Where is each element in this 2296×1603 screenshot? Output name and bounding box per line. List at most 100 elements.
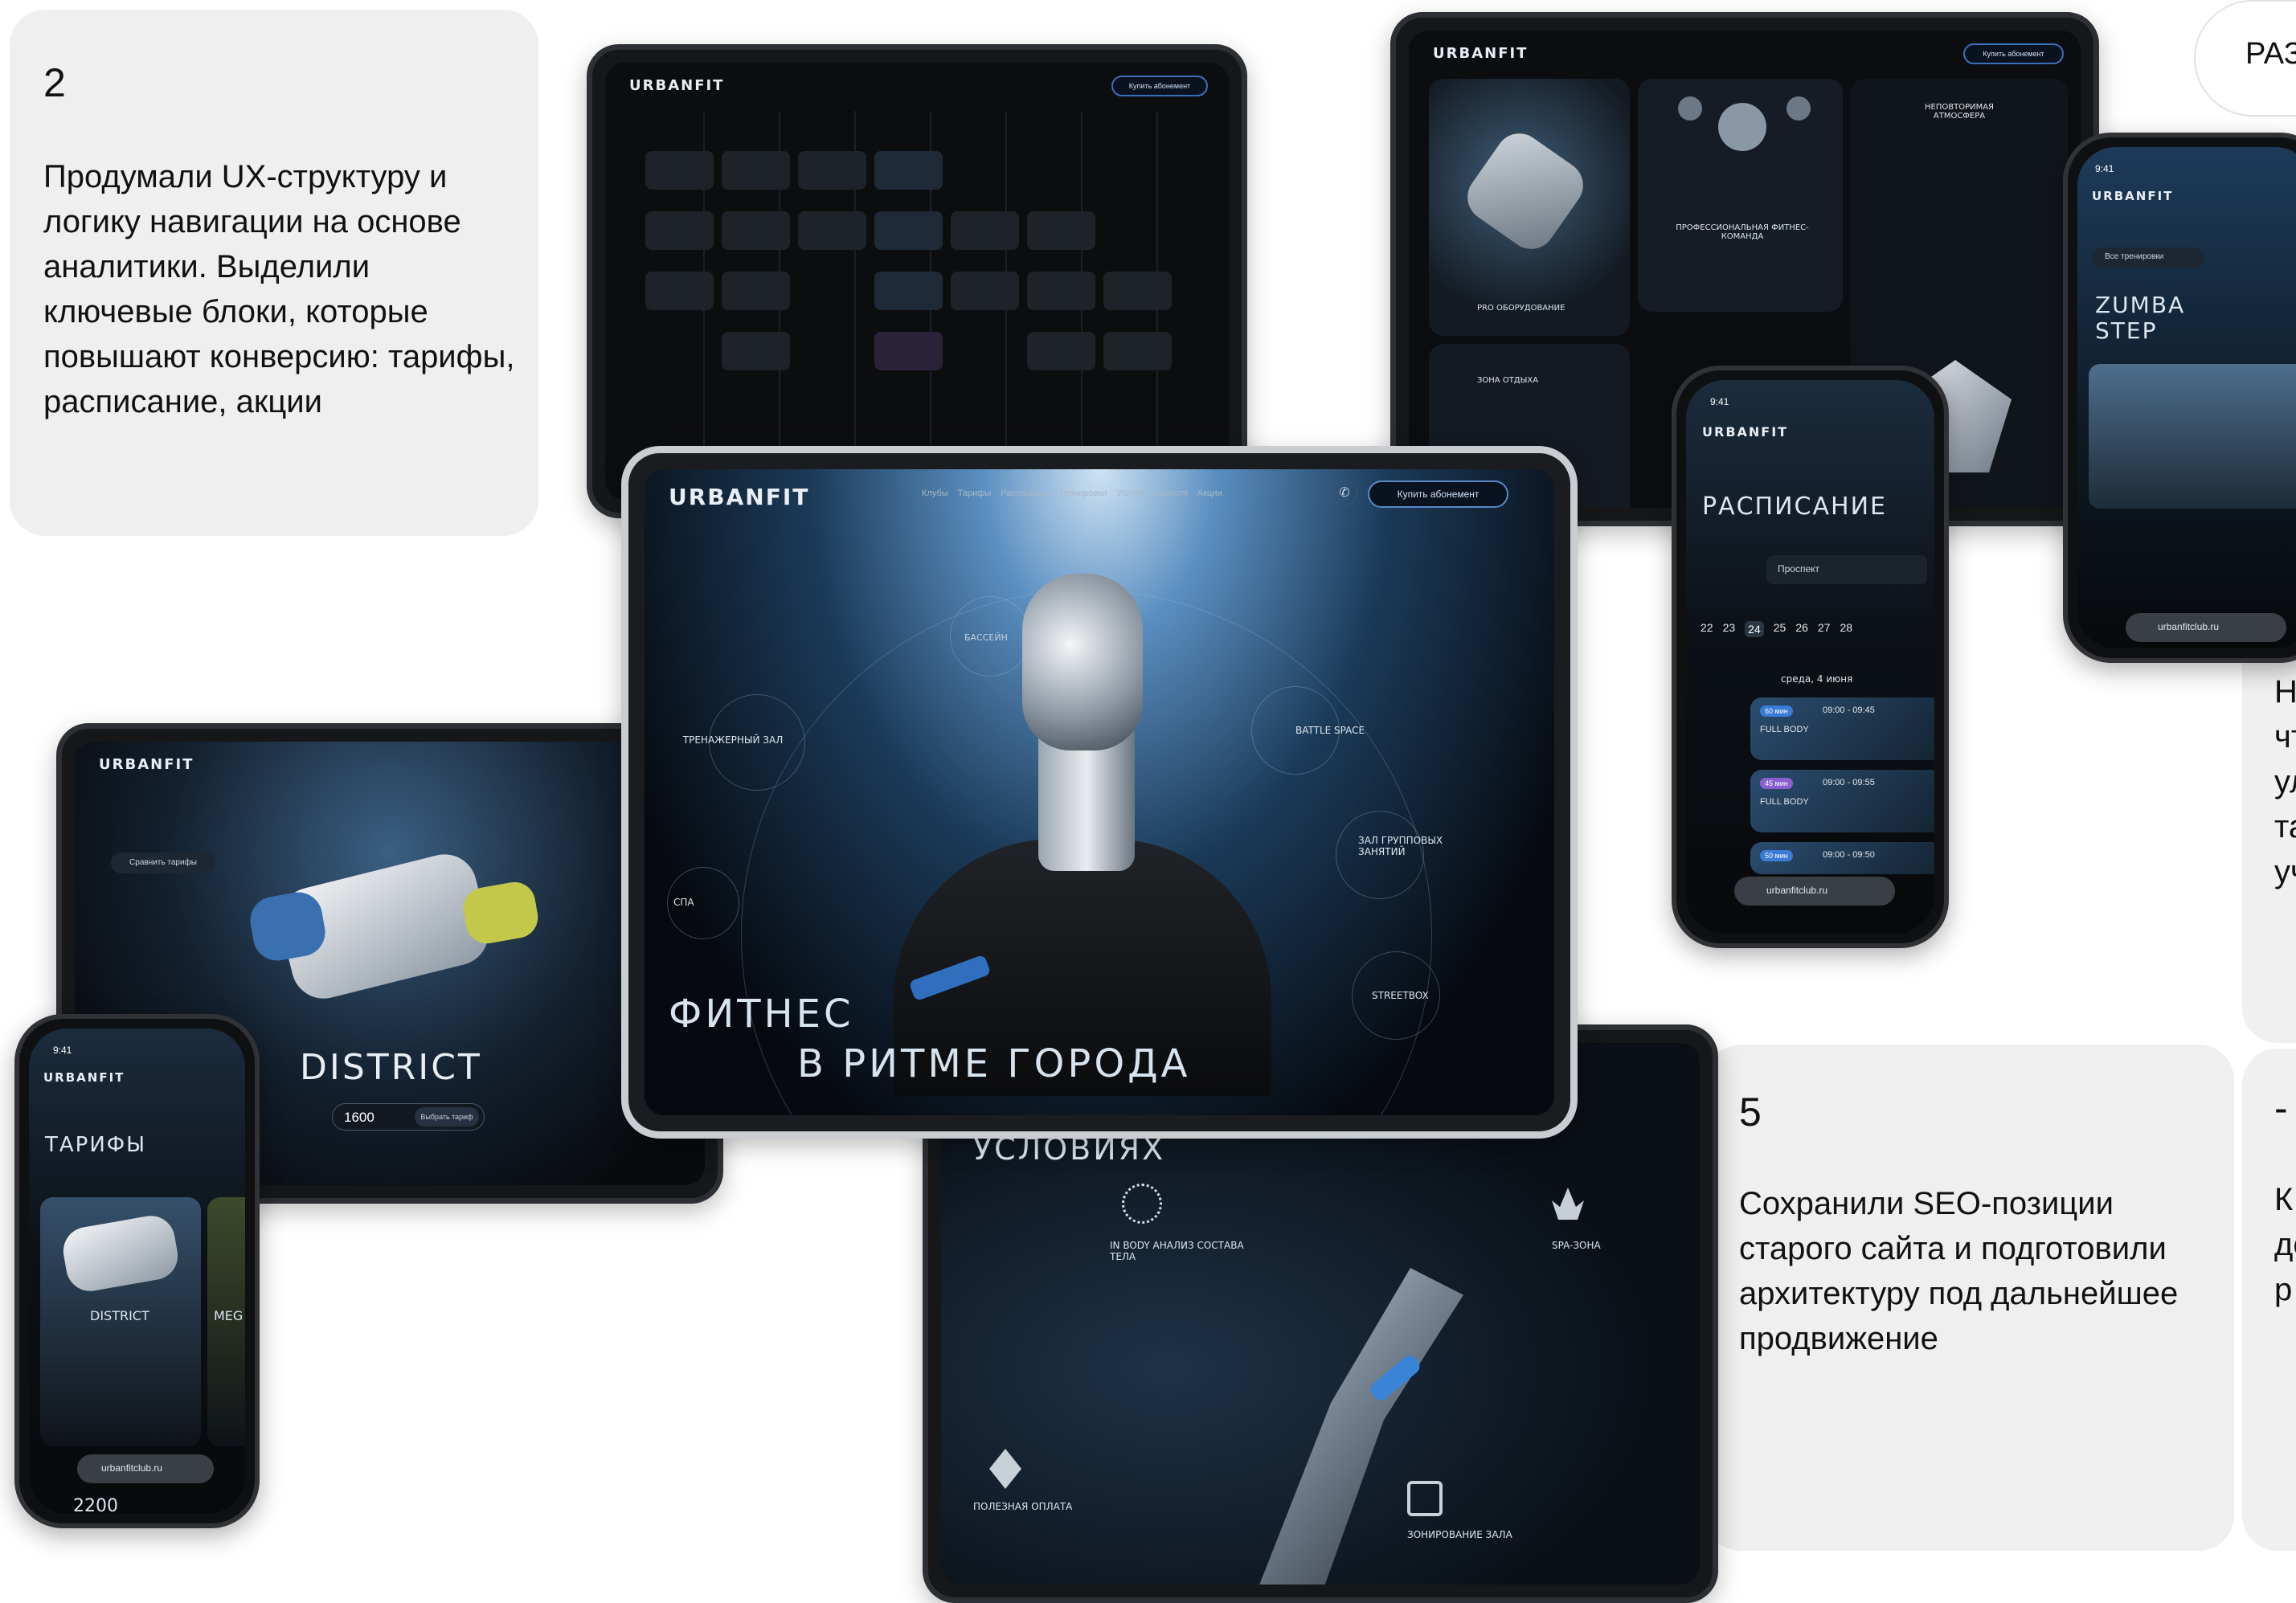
- card-text: Сохранили SEO-позиции старого сайта и по…: [1739, 1186, 2179, 1356]
- feature-card-equipment: PRO ОБОРУДОВАНИЕ: [1429, 79, 1630, 336]
- avatar: [1786, 96, 1811, 121]
- feature-label: НЕПОВТОРИМАЯ АТМОСФЕРА: [1925, 103, 1994, 121]
- nav-item-tariffs[interactable]: Тарифы: [958, 489, 992, 498]
- nav-item-promo[interactable]: Акции: [1197, 489, 1222, 498]
- url-text: urbanfitclub.ru: [1766, 885, 1828, 896]
- day-cell[interactable]: 22: [1701, 621, 1713, 637]
- class-card[interactable]: 45 мин 09:00 - 09:55 FULL BODY: [1750, 770, 1934, 832]
- url-bar[interactable]: urbanfitclub.ru: [77, 1454, 214, 1483]
- day-cell[interactable]: 25: [1774, 621, 1786, 637]
- android-figure-head: [1022, 574, 1143, 750]
- card-number: 2: [43, 60, 66, 105]
- url-text: urbanfitclub.ru: [101, 1462, 163, 1474]
- zone-label-top[interactable]: БАССЕЙН: [964, 632, 1008, 643]
- day-cell[interactable]: 23: [1723, 621, 1736, 637]
- class-title-1: ZUMBA: [2095, 292, 2186, 318]
- nav-item-schedule[interactable]: Расписание: [1001, 489, 1050, 498]
- class-time: 09:00 - 09:45: [1823, 705, 1875, 715]
- diamond-icon: [989, 1449, 1021, 1489]
- zone-label-battle[interactable]: BATTLE SPACE: [1295, 725, 1365, 736]
- nav-item-services[interactable]: Услуги: [1116, 489, 1144, 498]
- tariff-title: DISTRICT: [300, 1047, 482, 1088]
- phone-icon[interactable]: ✆: [1332, 480, 1357, 506]
- zone-label-street[interactable]: STREETBOX: [1372, 990, 1429, 1001]
- feature-label: ЗОНИРОВАНИЕ ЗАЛА: [1407, 1529, 1512, 1540]
- tariff-card[interactable]: DISTRICT: [40, 1197, 201, 1446]
- feature-label: ЗОНА ОТДЫХА: [1477, 376, 1539, 385]
- zone-label-gym[interactable]: ТРЕНАЖЕРНЫЙ ЗАЛ: [681, 734, 785, 746]
- zone-label-group[interactable]: ЗАЛ ГРУППОВЫХ ЗАНЯТИЙ: [1358, 835, 1447, 857]
- class-time: 09:00 - 09:55: [1823, 778, 1875, 787]
- filter-value: Проспект: [1778, 563, 1820, 575]
- phone-schedule: 9:41 URBANFIT РАСПИСАНИЕ Проспект 22 23 …: [1672, 366, 1949, 948]
- status-time: 9:41: [1710, 396, 1729, 407]
- tariff-card[interactable]: MEG: [207, 1197, 245, 1446]
- feature-label: ПРОФЕССИОНАЛЬНАЯ ФИТНЕС-КОМАНДА: [1676, 223, 1809, 241]
- nav-item-clubs[interactable]: Клубы: [922, 489, 948, 498]
- tablet-screen: URBANFIT Клубы Тарифы Расписание Трениро…: [645, 469, 1554, 1115]
- buy-button[interactable]: Купить абонемент: [1368, 480, 1508, 508]
- feature-card-team: ПРОФЕССИОНАЛЬНАЯ ФИТНЕС-КОМАНДА: [1638, 79, 1843, 312]
- day-cell[interactable]: 26: [1795, 621, 1808, 637]
- card-line: р: [2274, 1272, 2293, 1307]
- hero-headline-1: ФИТНЕС: [669, 992, 854, 1037]
- feature-label: ПОЛЕЗНАЯ ОПЛАТА: [973, 1501, 1073, 1512]
- logo: URBANFIT: [43, 1070, 125, 1085]
- day-cell[interactable]: 27: [1818, 621, 1831, 637]
- card-line: де: [2274, 1227, 2296, 1262]
- back-button[interactable]: Все тренировки: [2092, 247, 2204, 268]
- card-number: 5: [1739, 1090, 1762, 1135]
- info-card-6: - К де р: [2242, 1049, 2296, 1551]
- card-line: Н: [2274, 674, 2296, 709]
- gym-photo: [2089, 364, 2296, 509]
- zone-label-spa[interactable]: СПА: [673, 897, 694, 908]
- buy-button[interactable]: Купить абонемент: [1963, 43, 2064, 64]
- class-time: 09:00 - 09:50: [1823, 850, 1875, 860]
- logo: URBANFIT: [2092, 189, 2174, 203]
- card-line: чт: [2274, 719, 2296, 754]
- tariff-price: 2200: [73, 1496, 118, 1514]
- back-text: Все тренировки: [2105, 252, 2164, 261]
- card-line: уч: [2274, 854, 2296, 889]
- day-cell-selected[interactable]: 24: [1745, 621, 1764, 637]
- status-time: 9:41: [53, 1045, 72, 1056]
- filter-select[interactable]: Проспект: [1766, 555, 1927, 584]
- page-title: РАСПИСАНИЕ: [1702, 493, 1887, 521]
- url-bar[interactable]: urbanfitclub.ru: [2126, 613, 2286, 642]
- page-title: ТАРИФЫ: [45, 1133, 147, 1157]
- hero-headline-2: В РИТМЕ ГОРОДА: [797, 1041, 1191, 1086]
- inbody-icon: [1122, 1184, 1162, 1224]
- tariff-name: MEG: [214, 1308, 244, 1323]
- phone-screen: 9:41 URBANFIT РАСПИСАНИЕ Проспект 22 23 …: [1686, 380, 1934, 934]
- url-bar[interactable]: urbanfitclub.ru: [1734, 877, 1895, 906]
- url-text: urbanfitclub.ru: [2158, 621, 2220, 632]
- select-tariff-button[interactable]: Выбрать тариф: [415, 1107, 479, 1127]
- buy-button[interactable]: Купить абонемент: [1111, 76, 1208, 96]
- day-cell[interactable]: 28: [1840, 621, 1852, 637]
- week-strip: 22 23 24 25 26 27 28: [1701, 621, 1852, 637]
- schedule-grid: [629, 111, 1221, 500]
- phone-zumba: 9:41 URBANFIT Все тренировки ZUMBA STEP …: [2063, 133, 2296, 663]
- nav-item-trainings[interactable]: Тренировки: [1059, 489, 1107, 498]
- compare-tariffs-button[interactable]: Сравнить тарифы: [111, 853, 215, 873]
- logo: URBANFIT: [1433, 45, 1529, 62]
- tablet-screen: URBANFIT Купить абонемент: [605, 63, 1229, 500]
- avatar: [1718, 103, 1766, 151]
- phone-tariffs: 9:41 URBANFIT ТАРИФЫ DISTRICT MEG urbanf…: [14, 1014, 260, 1528]
- class-card[interactable]: 60 мин 09:00 - 09:45 FULL BODY: [1750, 697, 1934, 760]
- nav-item-news[interactable]: Новости: [1153, 489, 1188, 498]
- dumbbell-icon: [1458, 124, 1593, 259]
- feature-label: SPA-ЗОНА: [1552, 1240, 1601, 1251]
- avatar: [1678, 96, 1702, 121]
- main-nav: Клубы Тарифы Расписание Тренировки Услуг…: [922, 489, 1222, 498]
- pill-text: РАЗ: [2245, 37, 2296, 71]
- class-name: FULL BODY: [1760, 725, 1809, 734]
- tablet-hero: URBANFIT Клубы Тарифы Расписание Трениро…: [621, 446, 1578, 1139]
- zones-icon: [1407, 1481, 1443, 1516]
- class-card[interactable]: 50 мин 09:00 - 09:50: [1750, 842, 1934, 874]
- card-text: Продумали UX-структуру и логику навигаци…: [43, 159, 515, 419]
- card-number: -: [2274, 1086, 2288, 1131]
- logo: URBANFIT: [1702, 424, 1789, 440]
- duration-badge: 50 мин: [1760, 850, 1793, 861]
- phone-screen: 9:41 URBANFIT Все тренировки ZUMBA STEP …: [2077, 147, 2296, 648]
